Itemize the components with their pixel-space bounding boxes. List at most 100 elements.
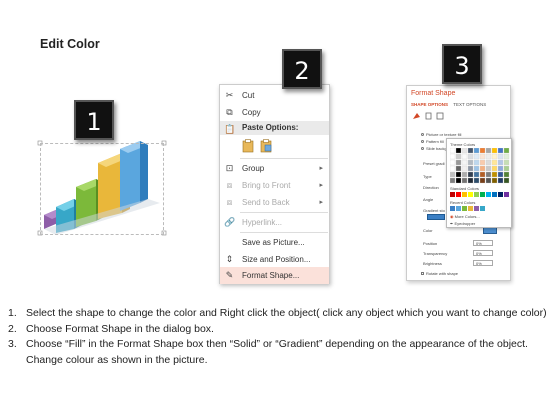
color-swatch [497,171,504,178]
color-swatch [491,165,498,172]
3d-bar-chart-shape[interactable] [36,133,170,237]
color-swatch [491,153,498,160]
tab-shape-options[interactable]: SHAPE OPTIONS [411,102,448,107]
transparency-input[interactable]: 0% [473,250,493,256]
color-swatch [503,159,510,166]
color-swatch [503,171,510,178]
color-swatch [467,159,474,166]
color-swatch [480,206,485,211]
instruction-step: 3. Choose “Fill” in the Format Shape box… [8,338,528,366]
color-swatch [498,192,503,197]
color-swatch [479,148,486,154]
color-swatch [480,192,485,197]
format-shape-icon: ✎ [225,270,234,280]
color-swatch [504,192,509,197]
color-swatch [473,165,480,172]
color-swatch [462,192,467,197]
color-swatch [474,206,479,211]
more-colors-item[interactable]: ◉ More Colors... [450,214,480,219]
size-properties-icon [436,112,444,120]
color-swatch [491,148,498,154]
transparency-label: Transparency [423,251,448,256]
group-icon: ⊡ [225,163,234,173]
color-swatch [473,153,480,160]
color-swatch [479,165,486,172]
menu-item-send-to-back[interactable]: ⧈ Send to Back ▸ [220,194,329,211]
submenu-arrow-icon: ▸ [319,199,323,206]
submenu-arrow-icon: ▸ [319,182,323,189]
gradient-stop-bar[interactable] [427,214,445,220]
position-label: Position [423,241,438,246]
color-swatch [461,148,468,154]
color-swatch [455,171,462,178]
color-swatch [485,148,492,154]
fill-option-slide-background[interactable]: Slide backg [421,146,447,151]
eyedropper-icon: ✒ [450,221,454,226]
instruction-step: 2. Choose Format Shape in the dialog box… [8,322,214,335]
brightness-input[interactable]: 0% [473,260,493,266]
color-swatch [492,192,497,197]
color-swatch [497,165,504,172]
color-swatch [503,148,510,154]
pane-tabs: SHAPE OPTIONS TEXT OPTIONS [411,102,486,107]
standard-colors-label: Standard Colors [450,186,479,191]
color-swatch [503,153,510,160]
color-swatch [455,159,462,166]
color-swatch [461,177,468,184]
submenu-arrow-icon: ▸ [319,165,323,172]
step-badge-1: 1 [74,100,114,140]
paste-picture-icon[interactable] [260,139,272,153]
color-swatch [485,165,492,172]
menu-item-group[interactable]: ⊡ Group ▸ [220,160,329,177]
color-swatch [450,159,456,166]
standard-colors-row[interactable] [450,192,510,198]
color-swatch [473,148,480,154]
color-swatch [455,148,462,154]
menu-separator [240,232,328,233]
step-badge-2: 2 [282,49,322,89]
color-swatch [497,159,504,166]
menu-item-format-shape[interactable]: ✎ Format Shape... [220,267,329,284]
color-swatch [491,177,498,184]
color-swatch [503,165,510,172]
color-swatch [455,165,462,172]
theme-colors-grid[interactable] [450,148,510,184]
menu-item-copy[interactable]: ⧉ Copy [220,104,329,121]
color-palette-popup: Theme Colors Standard Colors Recent Colo… [446,138,512,228]
menu-item-size-and-position[interactable]: ⇕ Size and Position... [220,251,329,268]
type-label: Type [423,174,432,179]
tab-text-options[interactable]: TEXT OPTIONS [453,102,486,107]
color-swatch [473,159,480,166]
direction-label: Direction [423,185,439,190]
hyperlink-icon: 🔗 [224,217,236,227]
instruction-step: 1. Select the shape to change the color … [8,307,547,319]
color-swatch [461,153,468,160]
color-swatch [485,153,492,160]
menu-item-bring-to-front[interactable]: ⧈ Bring to Front ▸ [220,177,329,194]
palette-icon: ◉ [450,214,454,219]
paste-keep-format-icon[interactable] [242,139,254,153]
scissors-icon: ✂ [225,90,234,100]
instruction-list: 1. Select the shape to change the color … [8,306,553,368]
theme-colors-label: Theme Colors [450,142,476,147]
color-swatch [467,165,474,172]
menu-item-save-as-picture[interactable]: Save as Picture... [220,234,329,251]
color-swatch [497,148,504,154]
step-badge-3: 3 [442,44,482,84]
menu-item-hyperlink[interactable]: 🔗 Hyperlink... [220,214,329,231]
color-swatch [467,148,474,154]
color-swatch [462,206,467,211]
color-swatch [497,153,504,160]
selection-outline [40,143,164,235]
send-to-back-icon: ⧈ [226,197,233,207]
menu-item-cut[interactable]: ✂ Cut [220,87,329,104]
position-input[interactable]: 0% [473,240,493,246]
eyedropper-item[interactable]: ✒ Eyedropper [450,221,475,226]
size-position-icon: ⇕ [225,254,234,264]
fill-option-picture[interactable]: Picture or texture fill [421,132,461,137]
recent-colors-row[interactable] [450,206,510,212]
fill-option-pattern[interactable]: Pattern fill [421,139,444,144]
fill-line-icon [413,113,420,119]
rotate-with-shape-checkbox[interactable]: Rotate with shape [421,271,458,276]
color-swatch [455,177,462,184]
